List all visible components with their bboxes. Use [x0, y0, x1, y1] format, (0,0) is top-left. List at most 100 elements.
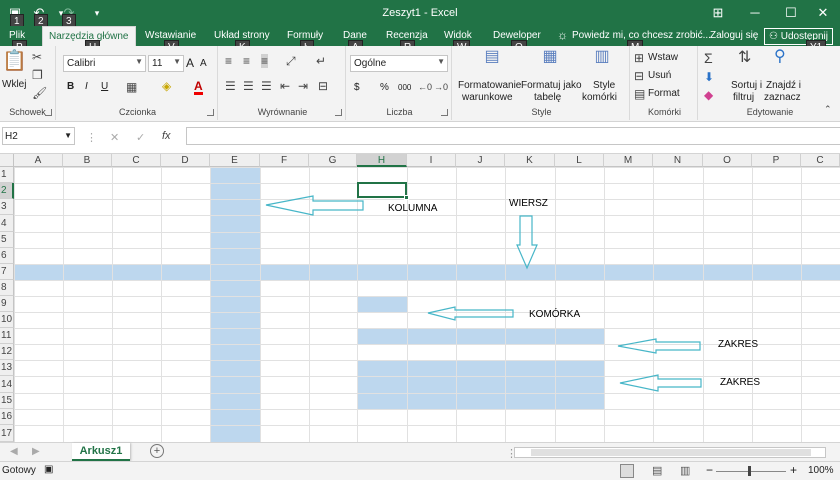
zoom-in-button[interactable]: +	[790, 463, 797, 477]
paste-button[interactable]: Wklej	[2, 79, 26, 91]
font-launcher-icon[interactable]	[207, 109, 214, 116]
zoom-slider-thumb[interactable]	[748, 466, 751, 476]
group-styles: ▤ Formatowanie warunkowe ▦ Formatuj jako…	[454, 46, 630, 120]
align-top-icon[interactable]: ≡	[225, 54, 232, 68]
format-as-table-button[interactable]: Formatuj jako	[521, 80, 582, 92]
sign-in-link[interactable]: Zaloguj się	[710, 30, 758, 41]
shrink-font-button[interactable]: A	[200, 58, 207, 70]
increase-decimal-icon[interactable]: ←0	[418, 80, 432, 94]
comma-style-button[interactable]: 000	[398, 82, 411, 94]
paste-icon[interactable]: 📋	[2, 51, 27, 76]
insert-function-icon[interactable]: fx	[162, 130, 171, 142]
currency-button[interactable]: $	[354, 82, 360, 94]
orientation-icon[interactable]: ⤢	[286, 54, 296, 68]
scrollbar-thumb[interactable]	[531, 449, 811, 456]
underline-button[interactable]: U	[101, 81, 108, 93]
minimize-icon[interactable]: ─	[737, 0, 773, 26]
group-label-editing: Edytowanie	[746, 107, 794, 117]
format-painter-icon[interactable]: 🖌	[32, 86, 47, 100]
autosum-icon[interactable]: Σ	[704, 51, 713, 65]
copy-icon[interactable]: ❐	[32, 68, 43, 82]
worksheet-grid[interactable]: ABCDEFGHIJKLMNOPC 1 2 3 4 5 6 7 8 9 10 11 12 13 14 15 1…	[0, 154, 840, 442]
clear-icon[interactable]: ◆	[704, 88, 713, 102]
ribbon: 📋 Wklej ✂ ❐ 🖌 Schowek Calibri ▼ 11 ▼ A A B…	[0, 46, 840, 122]
delete-cells-button[interactable]: Usuń	[648, 70, 671, 82]
percent-button[interactable]: %	[380, 82, 389, 94]
grow-font-button[interactable]: A	[186, 57, 194, 69]
cell-styles-button-2[interactable]: komórki	[582, 92, 617, 104]
ribbon-options-icon[interactable]: ⊞	[700, 0, 736, 26]
sort-filter-button[interactable]: Sortuj i	[731, 80, 762, 92]
italic-button[interactable]: I	[85, 81, 88, 93]
align-bottom-icon[interactable]: ≡	[261, 54, 269, 68]
sort-filter-button-2[interactable]: filtruj	[733, 92, 754, 104]
fill-icon[interactable]: ⬇	[704, 70, 714, 84]
cell-styles-button[interactable]: Style	[593, 80, 615, 92]
name-box[interactable]: H2 ▼	[2, 127, 75, 145]
align-right-icon[interactable]: ☰	[261, 79, 272, 93]
format-cells-button[interactable]: Format	[648, 88, 680, 100]
scroll-right-icon[interactable]: ▶	[32, 446, 40, 457]
zoom-level[interactable]: 100%	[808, 465, 834, 476]
number-launcher-icon[interactable]	[441, 109, 448, 116]
formula-input[interactable]	[186, 127, 840, 145]
normal-view-icon[interactable]	[620, 464, 634, 478]
conditional-formatting-button-2[interactable]: warunkowe	[462, 92, 513, 104]
align-middle-icon[interactable]: ≡	[243, 54, 250, 68]
delete-cells-icon: ⊟	[634, 69, 645, 83]
conditional-formatting-button[interactable]: Formatowanie	[458, 80, 521, 92]
page-break-view-icon[interactable]: ▥	[680, 464, 690, 477]
group-cells: ⊞ Wstaw ⊟ Usuń ▤ Format Komórki	[632, 46, 698, 120]
font-size-combo[interactable]: 11 ▼	[148, 55, 184, 72]
group-alignment: ≡ ≡ ≡ ⤢ ↵ ☰ ☰ ☰ ⇤ ⇥ ⊟ Wyrównanie	[220, 46, 346, 120]
cut-icon[interactable]: ✂	[32, 50, 42, 64]
group-number: Ogólne ▼ $ % 000 ←0 →0 Liczba	[348, 46, 452, 120]
new-sheet-button[interactable]: +	[150, 444, 164, 458]
alignment-launcher-icon[interactable]	[335, 109, 342, 116]
merge-center-icon[interactable]: ⊟	[318, 79, 328, 93]
insert-cells-button[interactable]: Wstaw	[648, 52, 678, 64]
number-format-value: Ogólne	[354, 58, 387, 69]
format-cells-icon: ▤	[634, 87, 646, 101]
bold-button[interactable]: B	[67, 81, 74, 93]
format-as-table-button-2[interactable]: tabelę	[534, 92, 561, 104]
sort-filter-icon: ⇅	[738, 49, 752, 66]
formula-bar: H2 ▼ ⋮ ✕ ✓ fx	[0, 122, 840, 154]
scroll-left-icon[interactable]: ◀	[10, 446, 18, 457]
font-name-combo[interactable]: Calibri ▼	[63, 55, 146, 72]
find-select-button[interactable]: Znajdź i	[766, 80, 801, 92]
maximize-icon[interactable]: ☐	[773, 0, 809, 26]
decrease-decimal-icon[interactable]: →0	[434, 80, 448, 94]
align-center-icon[interactable]: ☰	[243, 79, 254, 93]
zoom-slider[interactable]	[716, 471, 786, 472]
fill-color-icon[interactable]: ◈	[162, 79, 171, 93]
font-color-button[interactable]: A	[194, 80, 203, 95]
find-select-button-2[interactable]: zaznacz	[764, 92, 801, 104]
macro-record-icon[interactable]: ▣	[44, 464, 53, 475]
format-as-table-icon: ▦	[542, 48, 558, 65]
ribbon-tabs: Plik Narzędzia główne Wstawianie Układ s…	[0, 26, 840, 55]
collapse-ribbon-icon[interactable]: ⌃	[824, 102, 832, 116]
sheet-tab-arkusz1[interactable]: Arkusz1	[72, 443, 130, 461]
lightbulb-icon: ☼	[557, 28, 568, 42]
arrow-left-icon	[427, 306, 514, 321]
group-label-font: Czcionka	[118, 107, 156, 117]
close-icon[interactable]: ✕	[805, 0, 840, 26]
number-format-combo[interactable]: Ogólne ▼	[350, 55, 448, 72]
chevron-down-icon: ▼	[64, 131, 72, 140]
decrease-indent-icon[interactable]: ⇤	[280, 79, 290, 93]
conditional-formatting-icon: ▤	[484, 48, 500, 65]
increase-indent-icon[interactable]: ⇥	[298, 79, 308, 93]
page-layout-view-icon[interactable]: ▤	[652, 464, 662, 477]
chevron-down-icon: ▼	[173, 57, 181, 66]
enter-icon[interactable]: ✓	[136, 131, 145, 144]
zoom-out-button[interactable]: −	[706, 463, 713, 477]
wrap-text-icon[interactable]: ↵	[316, 54, 326, 68]
borders-icon[interactable]: ▦	[126, 80, 137, 94]
clipboard-launcher-icon[interactable]	[45, 109, 52, 116]
group-label-alignment: Wyrównanie	[257, 107, 308, 117]
cancel-icon[interactable]: ✕	[110, 131, 119, 144]
more-icon: ⋮	[86, 132, 97, 144]
horizontal-scrollbar[interactable]	[514, 447, 826, 458]
align-left-icon[interactable]: ☰	[225, 79, 236, 93]
